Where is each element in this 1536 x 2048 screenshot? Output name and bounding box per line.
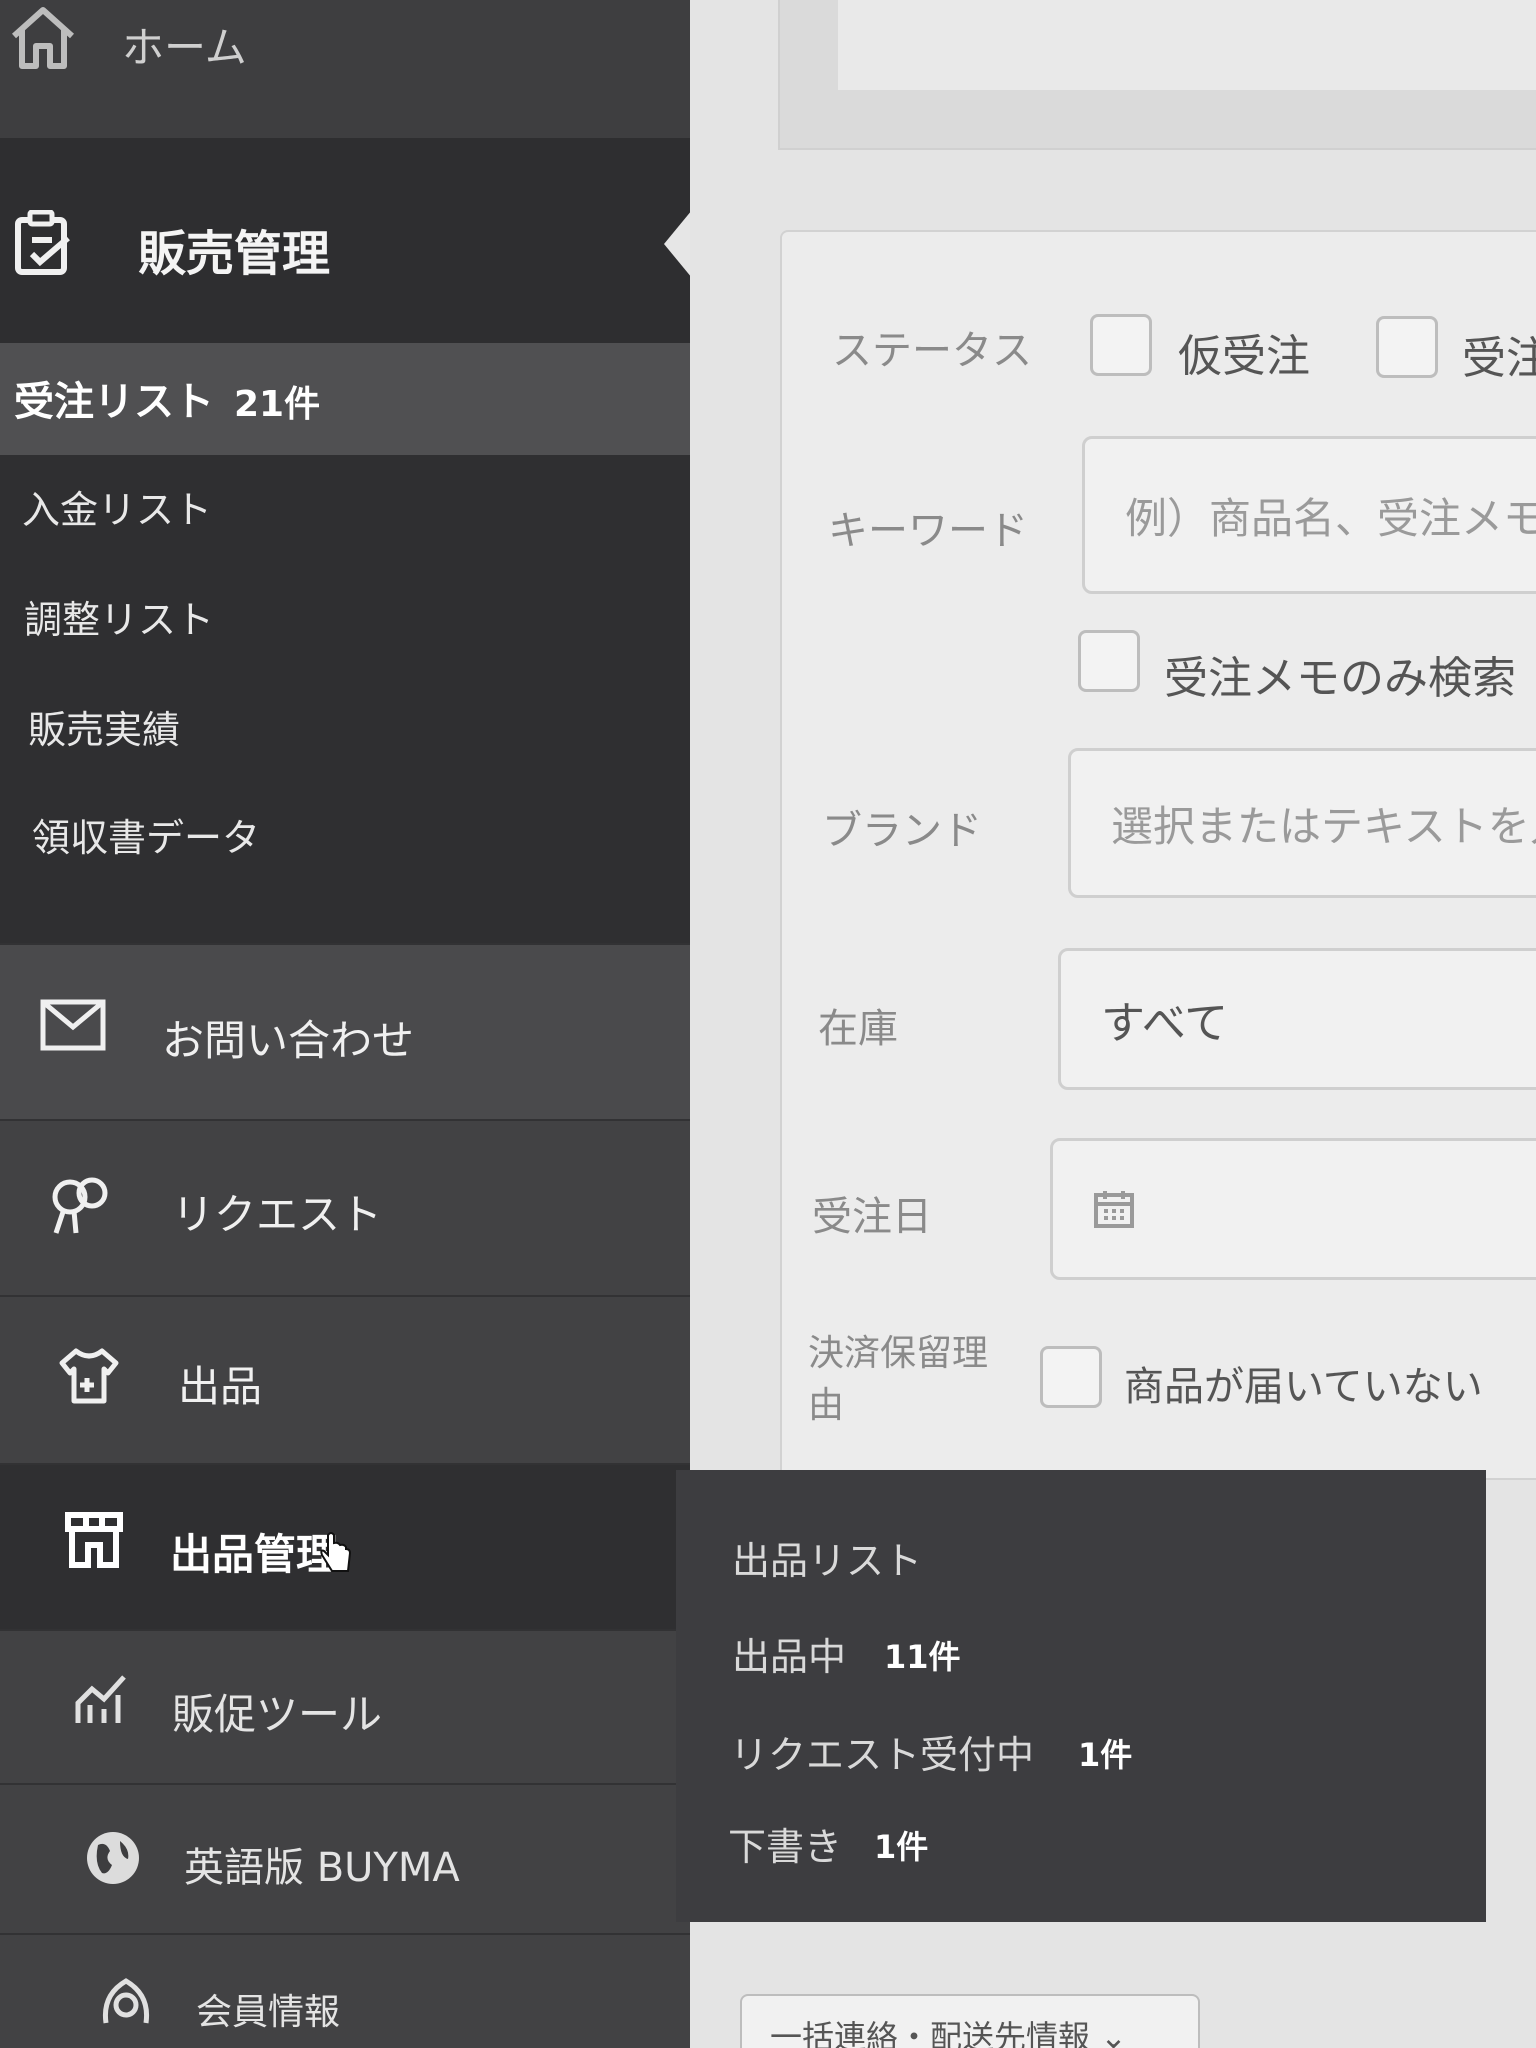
sidebar-section-sales[interactable]: 販売管理	[0, 138, 690, 343]
storefront-icon	[65, 1512, 123, 1568]
sidebar-inquiry-label: お問い合わせ	[162, 1016, 415, 1065]
sidebar-item-member-info[interactable]: 会員情報	[0, 1933, 690, 2048]
sidebar-subitem-adjust-list[interactable]: 調整リスト	[24, 589, 214, 644]
flyout-item-listed[interactable]: 出品中	[732, 1626, 846, 1681]
calendar-icon	[1094, 1191, 1134, 1228]
listed-count-badge: 11件	[884, 1638, 961, 1676]
status-ordered-checkbox[interactable]	[1376, 316, 1438, 378]
hold-reason-label-line1: 決済保留理	[808, 1333, 989, 1374]
sidebar-english-buyma-label: 英語版 BUYMA	[184, 1845, 460, 1891]
chart-icon	[75, 1675, 126, 1723]
sidebar-member-info-label: 会員情報	[196, 1992, 341, 2033]
flyout-item-draft[interactable]: 下書き	[728, 1816, 842, 1871]
home-icon	[11, 7, 75, 69]
not-arrived-checkbox[interactable]	[1040, 1346, 1102, 1408]
order-date-input[interactable]	[1050, 1138, 1536, 1280]
header-panel-inner	[838, 0, 1536, 90]
status-provisional-checkbox[interactable]	[1090, 314, 1152, 376]
sidebar-item-request[interactable]: リクエスト	[0, 1119, 690, 1295]
sidebar-item-promo-tools[interactable]: 販促ツール	[0, 1629, 690, 1783]
sidebar-sub-list: 入金リスト 調整リスト 販売実績 領収書データ	[0, 455, 690, 943]
sidebar-listing-label: 出品	[178, 1362, 263, 1411]
stock-select[interactable]: すべて	[1058, 948, 1536, 1090]
member-icon	[102, 1978, 150, 2024]
bulk-contact-button[interactable]: 一括連絡・配送先情報 ⌄	[740, 1994, 1200, 2048]
sidebar-section-label: 販売管理	[138, 226, 331, 282]
active-indicator	[664, 210, 692, 278]
request-icon	[52, 1177, 108, 1234]
sidebar-subitem-order-list[interactable]: 受注リスト 21件	[0, 343, 690, 455]
brand-input[interactable]: 選択またはテキストを入力	[1068, 748, 1536, 898]
flyout-item-request-accepting[interactable]: リクエスト受付中	[730, 1724, 1034, 1779]
sidebar-promo-tools-label: 販促ツール	[172, 1690, 383, 1739]
sidebar-item-listing[interactable]: 出品	[0, 1295, 690, 1463]
order-count-badge: 21件	[234, 384, 321, 425]
sidebar-subitem-payment-list[interactable]: 入金リスト	[22, 479, 212, 534]
sidebar-home-label: ホーム	[122, 23, 247, 72]
memo-only-checkbox[interactable]	[1078, 630, 1140, 692]
request-accepting-count-badge: 1件	[1078, 1736, 1133, 1774]
memo-only-label: 受注メモのみ検索	[1164, 653, 1516, 704]
sidebar-subitem-label: 受注リスト	[14, 379, 214, 425]
status-provisional-label: 仮受注	[1178, 331, 1310, 382]
sidebar-item-home[interactable]: ホーム	[0, 0, 690, 138]
order-date-label: 受注日	[812, 1194, 932, 1240]
sidebar-subitem-receipt-data[interactable]: 領収書データ	[32, 807, 260, 862]
clipboard-check-icon	[15, 210, 70, 275]
sidebar-request-label: リクエスト	[172, 1190, 383, 1239]
status-label: ステータス	[832, 328, 1032, 374]
sidebar-listing-management-label: 出品管理	[170, 1530, 339, 1579]
sidebar-subitem-sales-results[interactable]: 販売実績	[28, 699, 180, 754]
hold-reason-label-line2: 由	[808, 1385, 845, 1426]
status-ordered-label: 受注	[1462, 333, 1536, 384]
listing-management-flyout: 出品リスト 出品中 11件 リクエスト受付中 1件 下書き 1件	[676, 1470, 1486, 1922]
sidebar: ホーム 販売管理 受注リスト 21件 入金リスト 調整リスト 販売実績 領収書デ…	[0, 0, 692, 2048]
search-form: ステータス 仮受注 受注 キーワード 例）商品名、受注メモ 受注メモのみ検索 ブ…	[780, 230, 1536, 1480]
globe-icon	[87, 1832, 139, 1884]
draft-count-badge: 1件	[874, 1828, 929, 1866]
stock-label: 在庫	[818, 1006, 898, 1052]
brand-label: ブランド	[822, 808, 982, 854]
sidebar-item-english-buyma[interactable]: 英語版 BUYMA	[0, 1783, 690, 1933]
mail-icon	[40, 999, 106, 1051]
sidebar-item-listing-management[interactable]: 出品管理	[0, 1463, 690, 1629]
hand-cursor-icon	[320, 1532, 352, 1572]
keyword-label: キーワード	[828, 508, 1028, 554]
shirt-plus-icon	[59, 1348, 119, 1404]
not-arrived-label: 商品が届いていない	[1124, 1364, 1483, 1410]
sidebar-item-inquiry[interactable]: お問い合わせ	[0, 943, 690, 1119]
keyword-input[interactable]: 例）商品名、受注メモ	[1082, 436, 1536, 594]
flyout-item-listing-list[interactable]: 出品リスト	[732, 1530, 922, 1585]
